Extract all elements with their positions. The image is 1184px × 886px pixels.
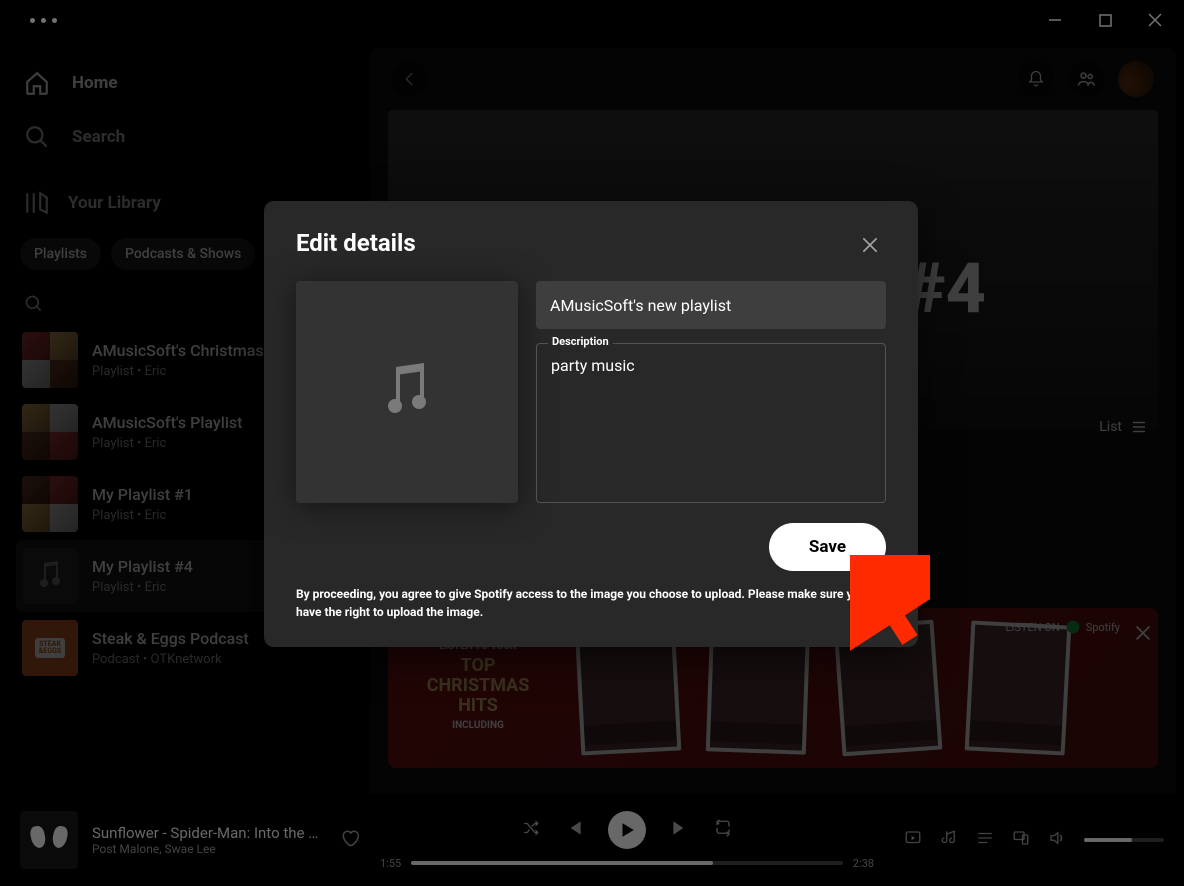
- playlist-cover-upload[interactable]: [296, 281, 518, 503]
- annotation-arrow-icon: [850, 555, 930, 655]
- modal-disclaimer: By proceeding, you agree to give Spotify…: [296, 585, 886, 621]
- playlist-description-input[interactable]: [536, 343, 886, 503]
- modal-close-button[interactable]: [854, 229, 886, 261]
- modal-title: Edit details: [296, 229, 416, 257]
- edit-details-modal: Edit details Description Save By proceed…: [264, 201, 918, 647]
- description-label: Description: [548, 335, 613, 348]
- playlist-name-input[interactable]: [536, 281, 886, 329]
